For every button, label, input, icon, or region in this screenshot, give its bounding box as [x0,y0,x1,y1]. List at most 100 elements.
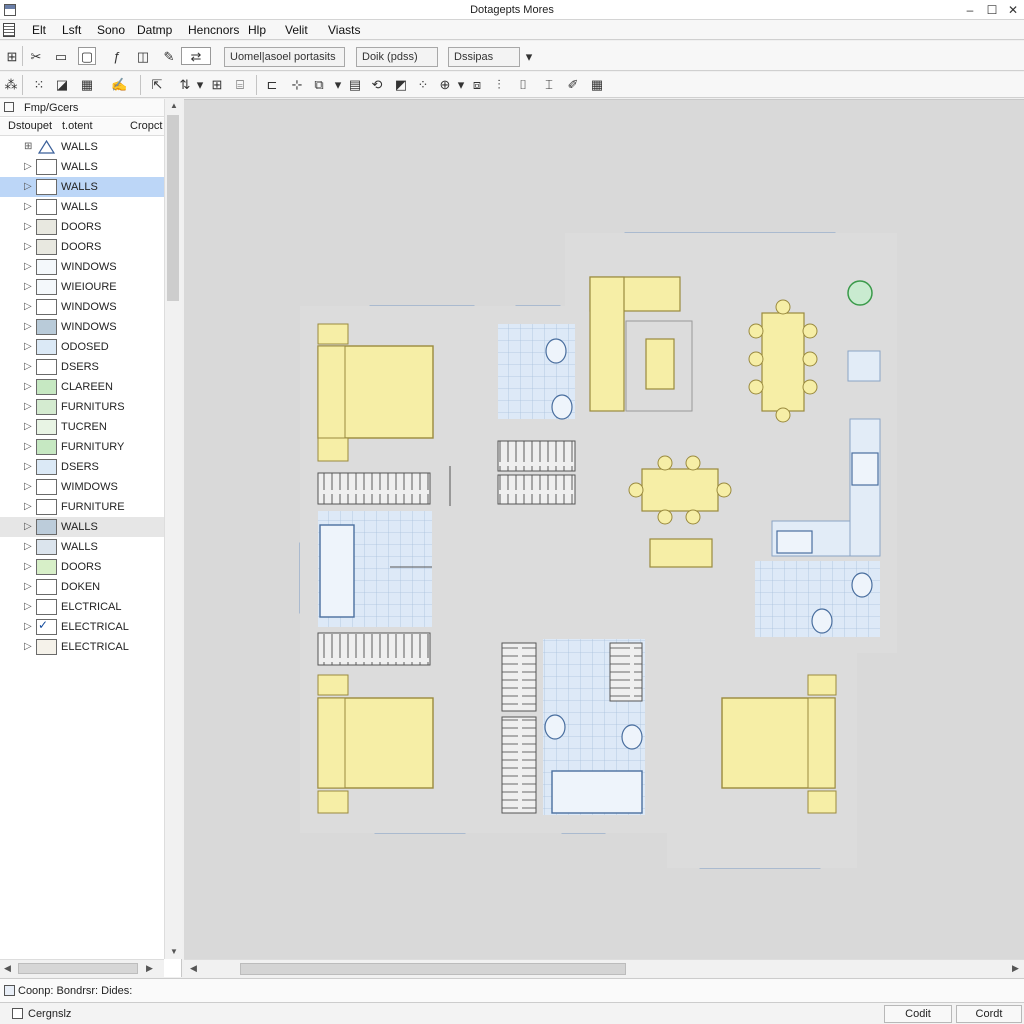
scroll-up-icon[interactable]: ▲ [170,101,178,110]
expand-icon[interactable]: ▷ [24,241,32,252]
move-icon[interactable]: ⇄ [181,47,211,65]
toilet[interactable] [851,572,873,598]
layer-row[interactable]: ⊞ WALLS [0,137,164,157]
cube-icon[interactable]: ⧉ [310,75,328,93]
scroll-right-icon[interactable]: ▶ [1012,963,1019,974]
layer-color-swatch[interactable] [36,179,57,195]
triangle-icon[interactable] [36,139,57,155]
scroll-thumb[interactable] [167,115,179,301]
layer-icon[interactable]: ◪ [53,75,71,93]
chair[interactable] [775,407,791,423]
layer-color-swatch[interactable] [36,459,57,475]
chair[interactable] [802,379,818,395]
expand-icon[interactable]: ▷ [24,381,32,392]
mirror-icon[interactable]: ⇅ [176,75,194,93]
toilet[interactable] [551,394,573,420]
wall-icon[interactable]: ⌷ [514,75,532,93]
scissors-icon[interactable]: ✂ [27,47,45,65]
layer-color-swatch[interactable] [36,579,57,595]
edit-icon[interactable]: ✎ [160,47,178,65]
layer-color-swatch[interactable] [36,159,57,175]
layer-color-swatch[interactable] [36,199,57,215]
canvas-horizontal-scrollbar[interactable]: ◀ ▶ [184,959,1024,977]
expand-icon[interactable]: ▷ [24,561,32,572]
menu-item[interactable]: Sono [97,23,125,37]
drawing-canvas[interactable] [184,99,1024,959]
expand-icon[interactable]: ▷ [24,581,32,592]
chair[interactable] [657,455,673,471]
table-icon[interactable]: ▦ [78,75,96,93]
layer-row[interactable]: ▷ DSERS [0,357,164,377]
snap-icon[interactable]: ⁂ [2,75,20,93]
dining-table[interactable] [641,468,719,512]
vertical-scrollbar[interactable]: ▲ ▼ [164,99,182,959]
line-tool-icon[interactable]: ƒ [108,47,126,65]
layer-color-swatch[interactable] [36,499,57,515]
menu-item[interactable]: Datmp [137,23,172,37]
ruler-icon[interactable]: ⌶ [540,75,558,93]
layer-row[interactable]: ▷ WINDOWS [0,297,164,317]
view-style-dropdown[interactable]: Uomel|asoel portasits ▾ [224,47,345,81]
document-field[interactable]: Doik (pdss) [356,47,438,67]
floor-plan[interactable] [184,100,1024,960]
nightstand[interactable] [317,790,349,814]
menu-item[interactable]: Viasts [328,23,360,37]
document-icon[interactable] [3,23,15,37]
layer-color-swatch[interactable] [36,339,57,355]
layer-color-swatch[interactable] [36,219,57,235]
layers-icon[interactable]: ⧈ [468,75,486,93]
menu-item[interactable]: Hlp [248,23,266,37]
expand-icon[interactable]: ▷ [24,501,32,512]
node-icon[interactable]: ⊹ [288,75,306,93]
layer-color-swatch[interactable] [36,399,57,415]
layer-row[interactable]: ▷ ELCTRICAL [0,597,164,617]
sofa[interactable] [589,276,625,412]
layer-row[interactable]: ▷ ODOSED [0,337,164,357]
check-icon[interactable]: ✓ [38,618,48,632]
menu-item[interactable]: Lsft [62,23,81,37]
menu-item[interactable]: Hencnors [188,23,239,37]
layer-color-swatch[interactable] [36,359,57,375]
chair[interactable] [716,482,732,498]
rotate-icon[interactable]: ⟲ [368,75,386,93]
layer-row[interactable]: ▷ WALLS [0,157,164,177]
layer-row[interactable]: ▷ WALLS [0,177,164,197]
expand-icon[interactable]: ▷ [24,621,32,632]
wardrobe[interactable] [501,642,537,712]
grid-dots-icon[interactable]: ⁘ [414,75,432,93]
layer-color-swatch[interactable] [36,519,57,535]
scroll-thumb[interactable] [18,963,138,974]
layer-row[interactable]: ▷ FURNITURY [0,437,164,457]
layer-color-swatch[interactable] [36,379,57,395]
kitchen-counter[interactable] [849,418,881,557]
expand-icon[interactable]: ▷ [24,401,32,412]
toilet[interactable] [811,608,833,634]
column-header[interactable]: Cropct [130,120,162,132]
pillow[interactable] [317,323,349,345]
scroll-down-icon[interactable]: ▼ [170,947,178,956]
bathtub[interactable] [319,524,355,618]
layer-row[interactable]: ▷ WINDOWS [0,257,164,277]
layer-color-swatch[interactable] [36,259,57,275]
scroll-left-icon[interactable]: ◀ [190,963,197,974]
bed-headboard[interactable] [317,697,346,789]
expand-icon[interactable]: ▷ [24,181,32,192]
status-button[interactable]: Cordt [956,1005,1022,1023]
layer-color-swatch[interactable] [36,539,57,555]
chair[interactable] [775,299,791,315]
layer-color-swatch[interactable] [36,299,57,315]
display-field[interactable]: Dssipas [448,47,520,67]
layer-row[interactable]: ▷ WALLS [0,537,164,557]
layer-color-swatch[interactable] [36,239,57,255]
nightstand[interactable] [317,437,349,462]
command-line[interactable]: Coonp: Bondrsr: Dides: [0,978,1024,1002]
expand-icon[interactable]: ▷ [24,481,32,492]
scroll-right-icon[interactable]: ▶ [146,963,153,974]
wardrobe[interactable] [317,472,431,505]
coffee-table[interactable] [645,338,675,390]
table-icon[interactable]: ▤ [346,75,364,93]
layer-row[interactable]: ▷ ✓ ELECTRICAL [0,617,164,637]
paste-icon[interactable]: ▭ [52,47,70,65]
layer-color-swatch[interactable] [36,559,57,575]
expand-icon[interactable]: ▷ [24,601,32,612]
